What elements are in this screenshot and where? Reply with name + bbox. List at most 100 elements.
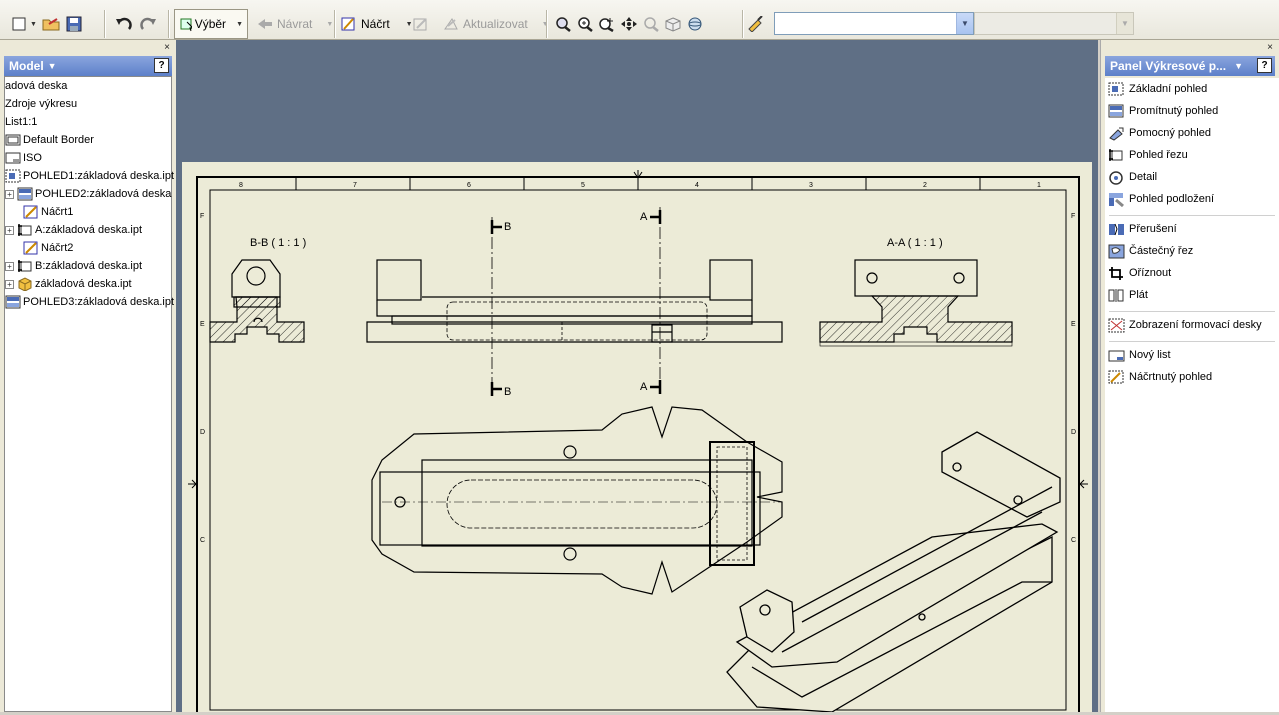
tree-item[interactable]: POHLED1:základová deska.ipt <box>5 167 175 185</box>
tree-item[interactable]: + A:základová deska.ipt <box>5 221 171 239</box>
paint-brush-icon <box>748 16 763 32</box>
sketch-button[interactable]: Náčrt ▼ <box>340 10 413 38</box>
sketch-icon <box>341 17 355 31</box>
ruler-top-label: 6 <box>467 182 471 189</box>
expand-icon[interactable]: + <box>5 225 14 235</box>
panel-command[interactable]: Částečný řez <box>1105 240 1279 262</box>
tree-item-label: POHLED1:základová deska.ipt <box>23 170 175 182</box>
view-tools <box>552 10 706 38</box>
panel-separator <box>1109 306 1275 312</box>
expand-icon[interactable]: + <box>5 189 14 199</box>
view-cube-button[interactable] <box>662 12 684 36</box>
zoom-window-icon <box>578 17 593 32</box>
panel-command[interactable]: Náčrtnutý pohled <box>1105 366 1279 388</box>
drawing-sheet[interactable]: 87654321 FFEEDDCC B-B ( 1 : 1 ) B B A A … <box>182 162 1095 715</box>
panel-command-label: Plát <box>1129 289 1148 301</box>
chevron-down-icon[interactable]: ▼ <box>48 61 57 71</box>
chevron-down-icon[interactable]: ▼ <box>956 13 973 34</box>
section-b-label-top: B <box>504 221 511 233</box>
technical-drawing: 87654321 F FE ED DC C B-B ( 1 : 1 ) B B … <box>188 170 1095 715</box>
layer-dropdown[interactable]: ▼ <box>974 12 1134 35</box>
select-button[interactable]: Výběr ▼ <box>174 9 248 39</box>
zoom-icon <box>599 18 614 32</box>
tree-item[interactable]: adová deska <box>5 77 171 95</box>
projected-view-icon <box>5 295 21 309</box>
tree-item[interactable]: ISO <box>5 149 171 167</box>
undo-button[interactable] <box>112 12 136 36</box>
panel-command-label: Promítnutý pohled <box>1129 105 1219 117</box>
update-button[interactable]: Aktualizovat ▼ <box>442 10 549 38</box>
draft-view-icon <box>1108 370 1125 385</box>
panel-command[interactable]: Zobrazení formovací desky <box>1105 314 1279 336</box>
style-button[interactable] <box>746 10 766 38</box>
chevron-down-icon[interactable]: ▼ <box>1116 13 1133 34</box>
zoom-selected-button[interactable] <box>640 12 662 36</box>
tree-item[interactable]: POHLED3:základová deska.ipt <box>5 293 174 311</box>
help-icon[interactable]: ? <box>154 58 169 73</box>
right-panel-header[interactable]: Panel Výkresové p... ▼ ? <box>1105 56 1275 76</box>
help-icon[interactable]: ? <box>1257 58 1272 73</box>
pan-button[interactable] <box>618 12 640 36</box>
top-view <box>371 406 783 595</box>
tree-item[interactable]: + základová deska.ipt <box>5 275 171 293</box>
panel-command[interactable]: Detail <box>1105 166 1279 188</box>
tree-item[interactable]: + POHLED2:základová deska <box>5 185 171 203</box>
chevron-down-icon[interactable]: ▼ <box>326 21 333 28</box>
drawing-canvas[interactable]: 87654321 FFEEDDCC B-B ( 1 : 1 ) B B A A … <box>176 40 1098 715</box>
panel-command-label: Pomocný pohled <box>1129 127 1211 139</box>
title-block-icon <box>5 151 21 165</box>
orbit-button[interactable] <box>684 12 706 36</box>
panel-command[interactable]: Oříznout <box>1105 262 1279 284</box>
panel-command[interactable]: Pohled podložení <box>1105 188 1279 210</box>
chevron-down-icon[interactable]: ▼ <box>1234 61 1243 71</box>
save-button[interactable] <box>63 12 85 36</box>
panel-command[interactable]: Pohled řezu <box>1105 144 1279 166</box>
tree-item[interactable]: + B:základová deska.ipt <box>5 257 171 275</box>
redo-icon <box>140 17 156 30</box>
expand-icon[interactable]: + <box>5 279 14 289</box>
tree-item[interactable]: Náčrt1 <box>5 203 171 221</box>
tree-item[interactable]: Náčrt2 <box>5 239 171 257</box>
ruler-top-label: 8 <box>239 182 243 189</box>
edit-sketch-button[interactable] <box>412 10 430 38</box>
break-out-icon <box>1108 244 1125 259</box>
center-mark-left <box>188 479 197 489</box>
zoom-window-button[interactable] <box>574 12 596 36</box>
crop-icon <box>1108 266 1125 281</box>
close-icon[interactable]: × <box>1267 42 1273 53</box>
chevron-down-icon[interactable]: ▼ <box>30 21 37 28</box>
panel-command[interactable]: Nový list <box>1105 344 1279 366</box>
back-button[interactable]: Návrat ▼ <box>256 10 333 38</box>
tree-item-label: List1:1 <box>5 116 38 128</box>
ruler-side-label: E <box>200 321 205 328</box>
panel-command[interactable]: Plát <box>1105 284 1279 306</box>
model-panel-title: Model <box>9 59 44 73</box>
tree-item[interactable]: Default Border <box>5 131 171 149</box>
redo-button[interactable] <box>136 12 160 36</box>
tree-item-label: základová deska.ipt <box>35 278 132 290</box>
panel-command-label: Základní pohled <box>1129 83 1208 95</box>
tree-item[interactable]: List1:1 <box>5 113 171 131</box>
center-mark-right <box>1079 479 1088 489</box>
chevron-down-icon[interactable]: ▼ <box>236 21 243 28</box>
close-icon[interactable]: × <box>164 42 170 53</box>
open-file-button[interactable] <box>39 12 63 36</box>
panel-command[interactable]: Základní pohled <box>1105 78 1279 100</box>
zoom-button[interactable] <box>596 12 618 36</box>
tree-item[interactable]: Zdroje výkresu <box>5 95 171 113</box>
section-view-icon <box>1108 148 1125 163</box>
panel-command-label: Pohled podložení <box>1129 193 1215 205</box>
model-panel-header[interactable]: Model ▼ ? <box>4 56 172 76</box>
isometric-view <box>726 431 1061 713</box>
break-icon <box>1108 222 1125 237</box>
new-file-button[interactable]: ▼ <box>8 12 39 36</box>
style-dropdown[interactable]: ▼ <box>774 12 974 35</box>
back-arrow-icon <box>258 19 272 29</box>
expand-icon[interactable]: + <box>5 261 14 271</box>
view-bb-title: B-B ( 1 : 1 ) <box>250 237 306 249</box>
zoom-all-button[interactable] <box>552 12 574 36</box>
panel-command-label: Oříznout <box>1129 267 1172 279</box>
panel-command[interactable]: Přerušení <box>1105 218 1279 240</box>
panel-command[interactable]: Promítnutý pohled <box>1105 100 1279 122</box>
panel-command[interactable]: Pomocný pohled <box>1105 122 1279 144</box>
